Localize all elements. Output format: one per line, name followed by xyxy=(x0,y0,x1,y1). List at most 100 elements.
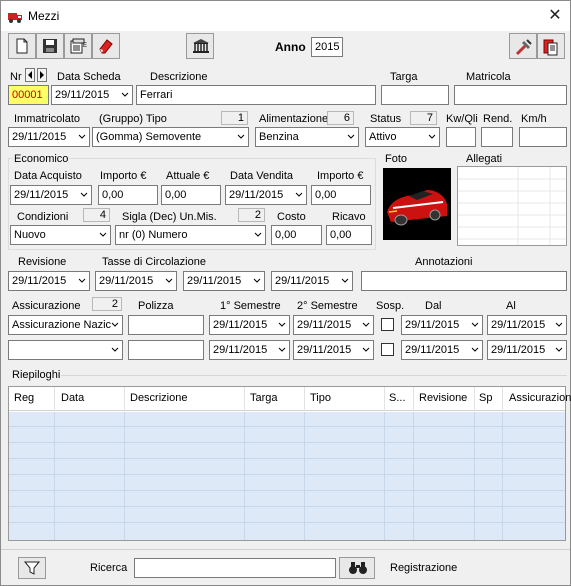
column-header[interactable]: Tipo xyxy=(310,392,331,404)
immatricolato-picker[interactable]: 29/11/2015 xyxy=(8,127,90,147)
data-acquisto-picker[interactable]: 29/11/2015 xyxy=(10,185,92,205)
search-button[interactable] xyxy=(339,557,375,579)
annotazioni-input[interactable] xyxy=(361,271,567,291)
sem2-row1-picker[interactable]: 29/11/2015 xyxy=(293,315,374,335)
chevron-down-icon xyxy=(341,278,349,283)
column-header[interactable]: Descrizione xyxy=(130,392,187,404)
matricola-input[interactable] xyxy=(454,85,567,105)
importo2-input[interactable]: 0,00 xyxy=(311,185,371,205)
costo-input[interactable]: 0,00 xyxy=(271,225,322,245)
rend-input[interactable] xyxy=(481,127,513,147)
table-col-line xyxy=(474,412,475,540)
targa-input[interactable] xyxy=(381,85,449,105)
ricerca-input[interactable] xyxy=(134,558,336,578)
column-separator xyxy=(384,387,385,411)
save-button[interactable] xyxy=(36,33,64,59)
sem2-row2-picker[interactable]: 29/11/2015 xyxy=(293,340,374,360)
riepiloghi-table[interactable]: Reg Data Descrizione Targa Tipo S... Rev… xyxy=(8,386,571,541)
sigla-select[interactable]: nr (0) Numero xyxy=(115,225,266,245)
assicurazione-count: 2 xyxy=(92,297,122,311)
table-col-line xyxy=(54,412,55,540)
filter-button[interactable] xyxy=(18,557,46,579)
dal-row2-picker[interactable]: 29/11/2015 xyxy=(401,340,483,360)
next-record-button[interactable] xyxy=(37,68,47,82)
tools-button[interactable] xyxy=(509,33,537,59)
sosp1-checkbox[interactable] xyxy=(381,318,394,331)
revisione-picker[interactable]: 29/11/2015 xyxy=(8,271,90,291)
column-separator xyxy=(474,387,475,411)
column-header[interactable]: S... xyxy=(389,392,406,404)
sem1-row2-picker[interactable]: 29/11/2015 xyxy=(209,340,290,360)
kmh-input[interactable] xyxy=(519,127,567,147)
tasse2-picker[interactable]: 29/11/2015 xyxy=(183,271,265,291)
prev-record-button[interactable] xyxy=(25,68,35,82)
bank-button[interactable] xyxy=(186,33,214,59)
table-body[interactable] xyxy=(9,412,565,540)
assicurazione1-select[interactable]: Assicurazione Nazic xyxy=(8,315,123,335)
tipo-select[interactable]: (Gomma) Semovente xyxy=(92,127,249,147)
importo-input[interactable]: 0,00 xyxy=(98,185,158,205)
vehicle-photo[interactable] xyxy=(383,168,451,240)
data-vendita-picker[interactable]: 29/11/2015 xyxy=(225,185,307,205)
chevron-down-icon xyxy=(237,134,245,139)
column-header[interactable]: Targa xyxy=(250,392,278,404)
sem1-row1-picker[interactable]: 29/11/2015 xyxy=(209,315,290,335)
kw-input[interactable] xyxy=(446,127,476,147)
alimentazione-select[interactable]: Benzina xyxy=(255,127,359,147)
data-vendita-label: Data Vendita xyxy=(230,170,293,182)
nr-field[interactable]: 00001 xyxy=(8,85,49,105)
column-separator xyxy=(124,387,125,411)
sosp2-checkbox[interactable] xyxy=(381,343,394,356)
sigla-count: 2 xyxy=(238,208,265,222)
column-header[interactable]: Reg xyxy=(14,392,34,404)
erase-button[interactable] xyxy=(92,33,120,59)
tipo-count: 1 xyxy=(221,111,248,125)
annotazioni-label: Annotazioni xyxy=(415,256,473,268)
attuale-input[interactable]: 0,00 xyxy=(161,185,221,205)
sem1-label: 1° Semestre xyxy=(220,300,281,312)
column-header[interactable]: Data xyxy=(61,392,84,404)
table-header: Reg Data Descrizione Targa Tipo S... Rev… xyxy=(9,387,571,411)
al-row2-picker[interactable]: 29/11/2015 xyxy=(487,340,567,360)
data-vendita-value: 29/11/2015 xyxy=(229,189,284,201)
data-scheda-picker[interactable]: 29/11/2015 xyxy=(51,85,133,105)
close-button[interactable]: ✕ xyxy=(541,4,569,28)
economico-label: Economico xyxy=(13,153,70,165)
ricavo-input[interactable]: 0,00 xyxy=(326,225,372,245)
dal-row1-picker[interactable]: 29/11/2015 xyxy=(401,315,483,335)
allegati-grid xyxy=(458,167,566,245)
anno-input[interactable]: 2015 xyxy=(311,37,343,57)
print-button[interactable] xyxy=(537,33,565,59)
al-row1-picker[interactable]: 29/11/2015 xyxy=(487,315,567,335)
registrazione-label: Registrazione xyxy=(390,562,458,574)
sem2-row1-value: 29/11/2015 xyxy=(297,319,352,331)
truck-app-icon xyxy=(8,13,22,23)
table-row-line xyxy=(9,474,565,475)
table-row-line xyxy=(9,458,565,459)
table-col-line xyxy=(124,412,125,540)
chevron-down-icon xyxy=(254,232,262,237)
sem2-label: 2° Semestre xyxy=(297,300,358,312)
column-header[interactable]: Assicurazion xyxy=(509,392,571,404)
table-row-line xyxy=(9,442,565,443)
descrizione-input[interactable]: Ferrari xyxy=(136,85,376,105)
column-header[interactable]: Sp xyxy=(479,392,492,404)
chevron-down-icon xyxy=(347,134,355,139)
chevron-down-icon xyxy=(111,322,119,327)
tasse1-picker[interactable]: 29/11/2015 xyxy=(95,271,177,291)
status-select[interactable]: Attivo xyxy=(365,127,440,147)
polizza2-input[interactable] xyxy=(128,340,204,360)
allegati-list[interactable] xyxy=(457,166,567,246)
foto-label: Foto xyxy=(385,153,408,165)
properties-button[interactable]: E xyxy=(64,33,92,59)
targa-label: Targa xyxy=(390,71,418,83)
kmh-label: Km/h xyxy=(521,113,547,125)
chevron-down-icon xyxy=(278,322,286,327)
column-header[interactable]: Revisione xyxy=(419,392,467,404)
assicurazione2-select[interactable] xyxy=(8,340,123,360)
eraser-icon xyxy=(99,39,113,54)
new-button[interactable] xyxy=(8,33,36,59)
condizioni-select[interactable]: Nuovo xyxy=(10,225,111,245)
polizza1-input[interactable] xyxy=(128,315,204,335)
tasse3-picker[interactable]: 29/11/2015 xyxy=(271,271,353,291)
